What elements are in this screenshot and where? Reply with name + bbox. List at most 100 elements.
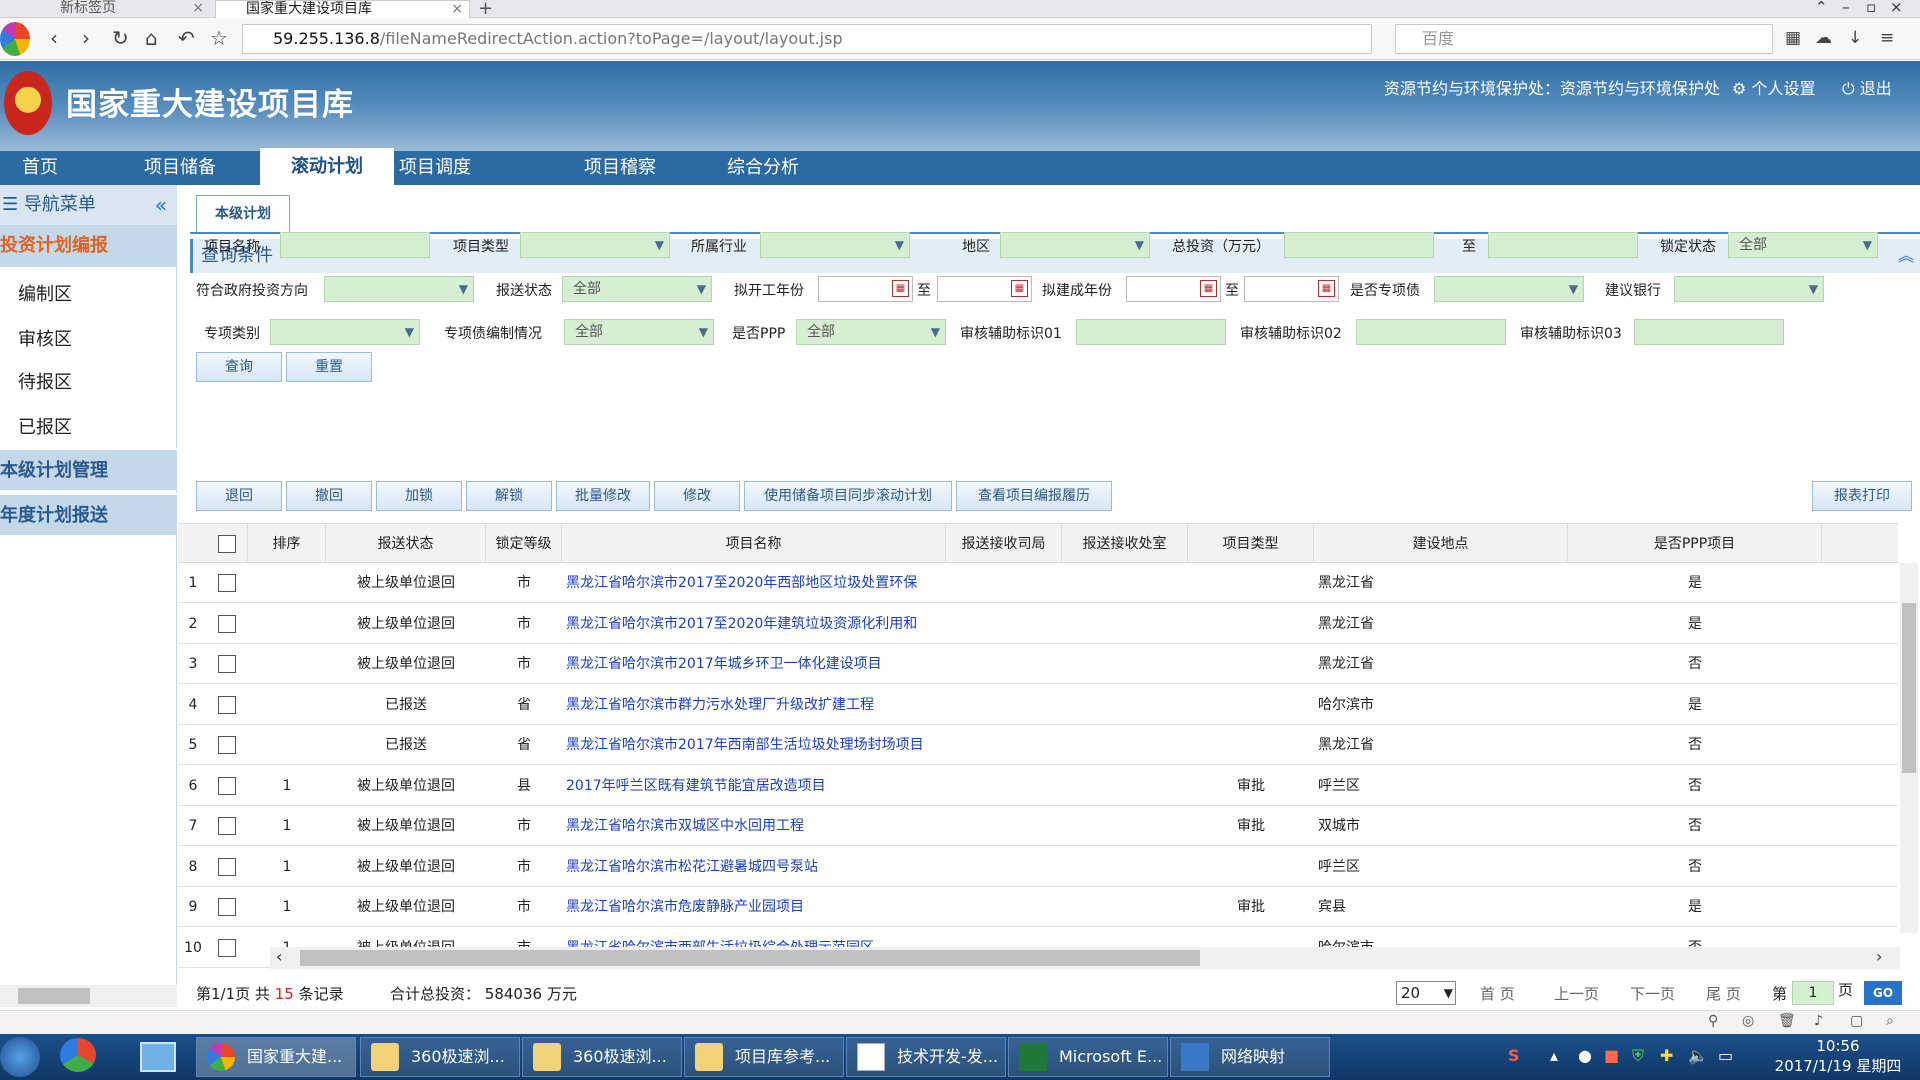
- cloud-icon[interactable]: ☁: [1815, 28, 1832, 48]
- cell-project-name[interactable]: 2017年呼兰区既有建筑节能宜居改造项目: [566, 766, 946, 806]
- calendar-icon[interactable]: ▦: [1200, 280, 1217, 297]
- input-method-icon[interactable]: S: [1508, 1046, 1520, 1065]
- calendar-icon[interactable]: ▦: [892, 280, 909, 297]
- shield-icon[interactable]: ⛨: [1632, 1046, 1644, 1066]
- nav-project-inspection[interactable]: 项目稽察: [565, 151, 675, 185]
- th-location[interactable]: 建设地点: [1314, 524, 1568, 564]
- row-checkbox[interactable]: [218, 817, 236, 835]
- browser-tab-newtab[interactable]: 新标签页 ×: [30, 0, 210, 18]
- nav-project-schedule[interactable]: 项目调度: [380, 151, 490, 185]
- aux1-input[interactable]: [1076, 319, 1226, 345]
- row-checkbox[interactable]: [218, 858, 236, 876]
- go-button[interactable]: GO: [1864, 981, 1902, 1005]
- investment-min-input[interactable]: [1284, 232, 1434, 258]
- maximize-icon[interactable]: ▫: [1866, 0, 1876, 16]
- search-input[interactable]: 百度: [1395, 24, 1773, 54]
- aux2-input[interactable]: [1356, 319, 1506, 345]
- nav-home[interactable]: 首页: [0, 151, 80, 185]
- is-ppp-select[interactable]: 全部 ▼: [796, 319, 946, 345]
- view-history-button[interactable]: 查看项目编报履历: [956, 481, 1112, 511]
- table-horizontal-scrollbar[interactable]: ‹ ›: [270, 947, 1900, 969]
- lock-status-select[interactable]: 全部 ▼: [1728, 232, 1878, 258]
- antivirus-icon[interactable]: ■: [1604, 1046, 1619, 1065]
- security-icon[interactable]: ◎: [1742, 1013, 1754, 1029]
- sidebar-group-local-plan[interactable]: 本级计划管理: [0, 448, 177, 490]
- table-row[interactable]: 2 被上级单位退回 市 黑龙江省哈尔滨市2017至2020年建筑垃圾资源化利用和 黑龙江…: [178, 604, 1898, 644]
- project-name-input[interactable]: [280, 232, 430, 258]
- sidebar-group-annual-report[interactable]: 年度计划报送: [0, 493, 177, 535]
- undo-icon[interactable]: ↶: [178, 26, 195, 50]
- table-row[interactable]: 7 1 被上级单位退回 市 黑龙江省哈尔滨市双城区中水回用工程 审批 双城市 否: [178, 806, 1898, 846]
- taskbar-item-network[interactable]: 网络映射: [1170, 1037, 1330, 1077]
- sidebar-item-compile[interactable]: 编制区: [18, 280, 72, 306]
- taskbar-item-browser[interactable]: 国家重大建...: [196, 1037, 356, 1077]
- new-tab-icon[interactable]: +: [478, 0, 493, 19]
- browser-tab-active[interactable]: 国家重大建设项目库 ×: [215, 0, 470, 18]
- suggest-bank-select[interactable]: ▼: [1674, 276, 1824, 302]
- th-project-name[interactable]: 项目名称: [562, 524, 946, 564]
- complete-year-from-input[interactable]: ▦: [1126, 276, 1221, 302]
- table-row[interactable]: 4 已报送 省 黑龙江省哈尔滨市群力污水处理厂升级改扩建工程 哈尔滨市 是: [178, 685, 1898, 725]
- scrollbar-thumb[interactable]: [1902, 603, 1916, 773]
- calendar-icon[interactable]: ▦: [1011, 280, 1028, 297]
- return-button[interactable]: 退回: [196, 481, 282, 511]
- taskbar-item-folder-2[interactable]: 360极速浏...: [522, 1037, 682, 1077]
- calendar-icon[interactable]: ▦: [1318, 280, 1335, 297]
- tab-local-plan[interactable]: 本级计划: [196, 195, 290, 233]
- cell-project-name[interactable]: 黑龙江省哈尔滨市2017年西南部生活垃圾处理场封场项目: [566, 725, 946, 765]
- menu-icon[interactable]: ≡: [1880, 28, 1894, 48]
- qq-icon[interactable]: ●: [1578, 1046, 1592, 1065]
- lock-button[interactable]: 加锁: [376, 481, 462, 511]
- th-receive-office[interactable]: 报送接收处室: [1062, 524, 1188, 564]
- close-icon[interactable]: ×: [192, 0, 204, 17]
- scroll-right-icon[interactable]: ›: [1876, 947, 1882, 966]
- table-vertical-scrollbar[interactable]: [1900, 563, 1918, 933]
- network-status-icon[interactable]: ▭: [1718, 1046, 1733, 1065]
- row-checkbox[interactable]: [218, 574, 236, 592]
- table-row[interactable]: 3 被上级单位退回 市 黑龙江省哈尔滨市2017年城乡环卫一体化建设项目 黑龙江省 否: [178, 644, 1898, 684]
- cell-project-name[interactable]: 黑龙江省哈尔滨市2017年城乡环卫一体化建设项目: [566, 644, 946, 684]
- nav-analysis[interactable]: 综合分析: [708, 151, 818, 185]
- batch-edit-button[interactable]: 批量修改: [556, 481, 650, 511]
- complete-year-to-input[interactable]: ▦: [1244, 276, 1339, 302]
- gov-direction-select[interactable]: ▼: [324, 276, 474, 302]
- table-row[interactable]: 5 已报送 省 黑龙江省哈尔滨市2017年西南部生活垃圾处理场封场项目 黑龙江省 否: [178, 725, 1898, 765]
- taskbar-item-excel[interactable]: Microsoft E...: [1008, 1037, 1168, 1077]
- aux3-input[interactable]: [1634, 319, 1784, 345]
- row-checkbox[interactable]: [218, 777, 236, 795]
- search-button[interactable]: 查询: [196, 352, 282, 382]
- close-icon[interactable]: ×: [451, 1, 463, 18]
- reset-button[interactable]: 重置: [286, 352, 372, 382]
- page-size-select[interactable]: 20 ▼: [1396, 981, 1456, 1005]
- reload-icon[interactable]: ↻: [112, 26, 129, 50]
- close-window-icon[interactable]: ×: [1890, 0, 1903, 16]
- start-button[interactable]: [0, 1037, 40, 1077]
- start-year-from-input[interactable]: ▦: [818, 276, 913, 302]
- cell-project-name[interactable]: 黑龙江省哈尔滨市双城区中水回用工程: [566, 806, 946, 846]
- scrollbar-thumb[interactable]: [18, 988, 90, 1004]
- cell-project-name[interactable]: 黑龙江省哈尔滨市2017至2020年建筑垃圾资源化利用和: [566, 604, 946, 644]
- cell-project-name[interactable]: 黑龙江省哈尔滨市2017至2020年西部地区垃圾处置环保: [566, 563, 946, 603]
- scroll-left-icon[interactable]: ‹: [276, 947, 282, 966]
- print-report-button[interactable]: 报表打印: [1812, 481, 1912, 511]
- system-clock[interactable]: 10:56 2017/1/19 星期四: [1768, 1036, 1908, 1076]
- th-lock-level[interactable]: 锁定等级: [486, 524, 562, 564]
- pinned-desktop-icon[interactable]: [140, 1038, 180, 1076]
- report-status-select[interactable]: 全部 ▼: [562, 276, 712, 302]
- row-checkbox[interactable]: [218, 655, 236, 673]
- sidebar-group-invest-plan[interactable]: 投资计划编报: [0, 225, 177, 267]
- scrollbar-thumb[interactable]: [300, 950, 1200, 966]
- plus-icon[interactable]: ✚: [1660, 1046, 1673, 1065]
- download-icon[interactable]: ↓: [1848, 28, 1862, 48]
- home-icon[interactable]: ⌂: [145, 26, 158, 50]
- row-checkbox[interactable]: [218, 939, 236, 957]
- first-page-link[interactable]: 首 页: [1480, 983, 1515, 1004]
- trash-icon[interactable]: 🗑: [1778, 1013, 1796, 1029]
- cell-project-name[interactable]: 黑龙江省哈尔滨市松花江避暑城四号泵站: [566, 847, 946, 887]
- region-select[interactable]: ▼: [1000, 232, 1150, 258]
- table-row[interactable]: 9 1 被上级单位退回 市 黑龙江省哈尔滨市危废静脉产业园项目 审批 宾县 是: [178, 887, 1898, 927]
- sidebar-item-submitted[interactable]: 已报区: [18, 413, 72, 439]
- address-input[interactable]: 59.255.136.8/fileNameRedirectAction.acti…: [242, 24, 1372, 54]
- bond-prep-select[interactable]: 全部 ▼: [564, 319, 714, 345]
- edit-button[interactable]: 修改: [654, 481, 740, 511]
